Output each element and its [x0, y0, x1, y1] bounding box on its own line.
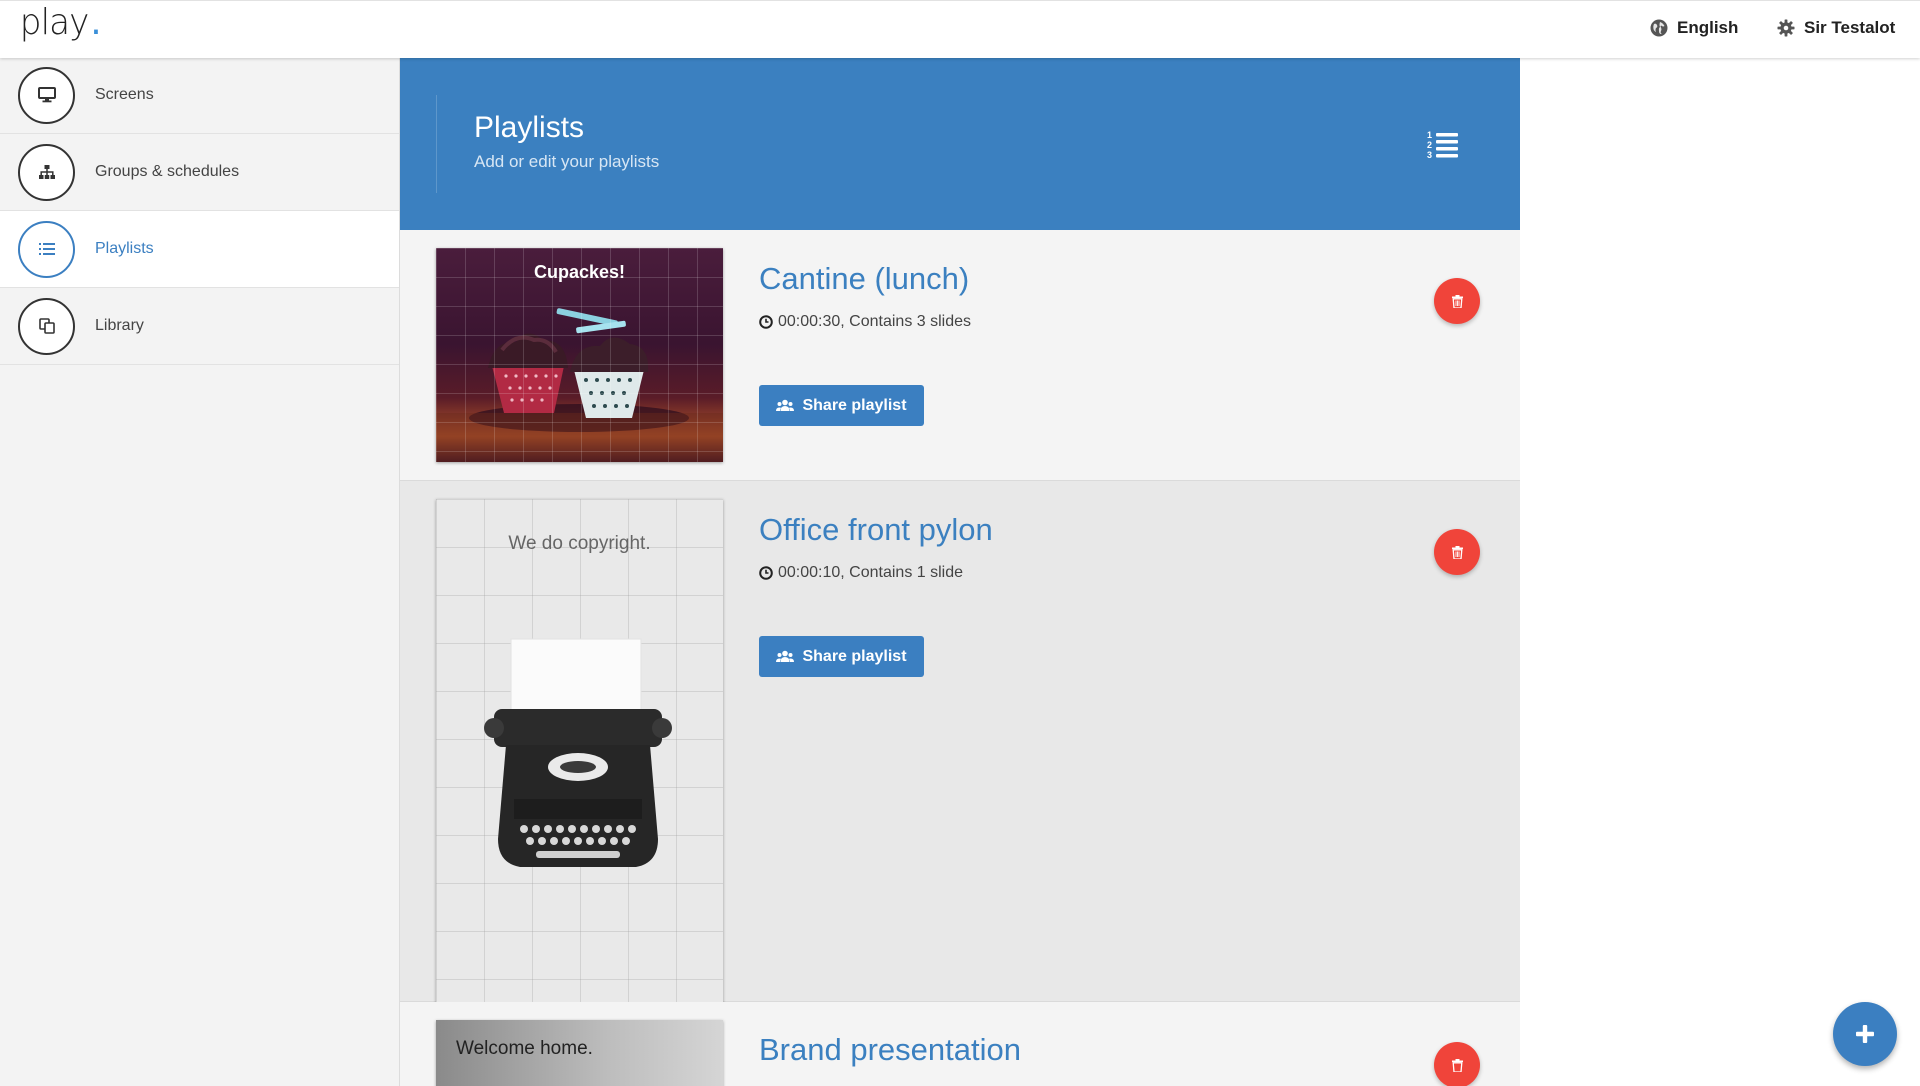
- gear-icon: [1777, 19, 1795, 37]
- add-playlist-button[interactable]: [1833, 1002, 1897, 1066]
- user-menu[interactable]: Sir Testalot: [1777, 18, 1895, 38]
- thumbnail-caption: Welcome home.: [456, 1038, 593, 1059]
- language-selector[interactable]: English: [1650, 18, 1738, 38]
- sidebar-icon-circle: [18, 297, 75, 355]
- sidebar-icon-circle: [18, 220, 75, 278]
- playlist-meta: 00:00:10, Contains 1 slide: [759, 564, 963, 582]
- sidebar-item-groups-schedules[interactable]: Groups & schedules: [0, 134, 399, 211]
- thumbnail-caption: We do copyright.: [508, 533, 651, 554]
- users-icon: [776, 399, 795, 411]
- playlist-duration: 00:00:10: [778, 564, 841, 581]
- playlist-card: We do copyright. Office front pylon 00:0…: [400, 481, 1520, 1007]
- svg-text:3: 3: [1427, 150, 1432, 160]
- playlist-card: Cupackes! Cantine (lunch) 00:00:30, Cont…: [400, 230, 1520, 481]
- clock-icon: [759, 315, 773, 329]
- clock-icon: [759, 566, 773, 580]
- logo-dot: .: [90, 2, 101, 43]
- users-icon: [776, 650, 795, 662]
- sidebar-item-label: Library: [95, 317, 144, 334]
- plus-icon: [1856, 1025, 1874, 1043]
- header-divider: [436, 95, 437, 193]
- trash-icon: [1451, 545, 1463, 559]
- sidebar-icon-circle: [18, 143, 75, 201]
- sidebar-item-label: Screens: [95, 86, 154, 103]
- playlist-title[interactable]: Office front pylon: [759, 512, 993, 548]
- delete-playlist-button[interactable]: [1434, 1042, 1480, 1086]
- typewriter-image: [484, 638, 672, 867]
- playlist-thumbnail[interactable]: Cupackes!: [436, 248, 723, 462]
- share-playlist-button[interactable]: Share playlist: [759, 636, 924, 677]
- sidebar-item-screens[interactable]: Screens: [0, 57, 399, 134]
- playlist-title[interactable]: Cantine (lunch): [759, 261, 969, 297]
- sidebar-item-label: Groups & schedules: [95, 163, 240, 180]
- top-bar: play. English Sir Testalot: [0, 0, 1920, 58]
- sidebar: Screens Groups & schedules Playlists Lib…: [0, 57, 400, 1086]
- copy-icon: [38, 318, 55, 334]
- playlist-slide-count: , Contains 1 slide: [840, 564, 964, 581]
- app-logo[interactable]: play.: [18, 2, 102, 43]
- language-label: English: [1677, 18, 1739, 37]
- ordered-list-icon: 1 2 3: [1427, 130, 1458, 160]
- svg-text:2: 2: [1427, 140, 1432, 150]
- playlist-duration: 00:00:30: [778, 313, 841, 330]
- delete-playlist-button[interactable]: [1434, 278, 1480, 324]
- playlist-title[interactable]: Brand presentation: [759, 1032, 1021, 1068]
- playlist-card: Welcome home. Brand presentation: [400, 1002, 1520, 1086]
- user-name: Sir Testalot: [1804, 18, 1896, 37]
- sitemap-icon: [38, 165, 55, 179]
- trash-icon: [1451, 294, 1463, 308]
- share-playlist-label: Share playlist: [802, 396, 907, 414]
- share-playlist-button[interactable]: Share playlist: [759, 385, 924, 426]
- monitor-icon: [37, 87, 56, 103]
- page-subtitle: Add or edit your playlists: [474, 152, 660, 171]
- playlist-thumbnail[interactable]: We do copyright.: [436, 499, 723, 1007]
- globe-icon: [1650, 19, 1668, 37]
- delete-playlist-button[interactable]: [1434, 529, 1480, 575]
- sidebar-item-library[interactable]: Library: [0, 288, 399, 365]
- sidebar-item-label: Playlists: [95, 240, 154, 257]
- logo-text: play: [19, 2, 90, 43]
- page-header: Playlists Add or edit your playlists 1 2…: [400, 57, 1520, 230]
- svg-text:1: 1: [1427, 130, 1432, 140]
- page-title: Playlists: [474, 111, 585, 144]
- playlist-slide-count: , Contains 3 slides: [840, 313, 972, 330]
- trash-icon: [1451, 1058, 1463, 1072]
- playlist-thumbnail[interactable]: Welcome home.: [436, 1020, 723, 1086]
- playlist-meta: 00:00:30, Contains 3 slides: [759, 313, 971, 331]
- share-playlist-label: Share playlist: [802, 647, 907, 665]
- sidebar-icon-circle: [18, 66, 75, 124]
- sidebar-item-playlists[interactable]: Playlists: [0, 211, 399, 288]
- list-icon: [38, 243, 55, 255]
- thumbnail-caption: Cupackes!: [533, 262, 626, 282]
- main-panel: Playlists Add or edit your playlists 1 2…: [400, 57, 1520, 1086]
